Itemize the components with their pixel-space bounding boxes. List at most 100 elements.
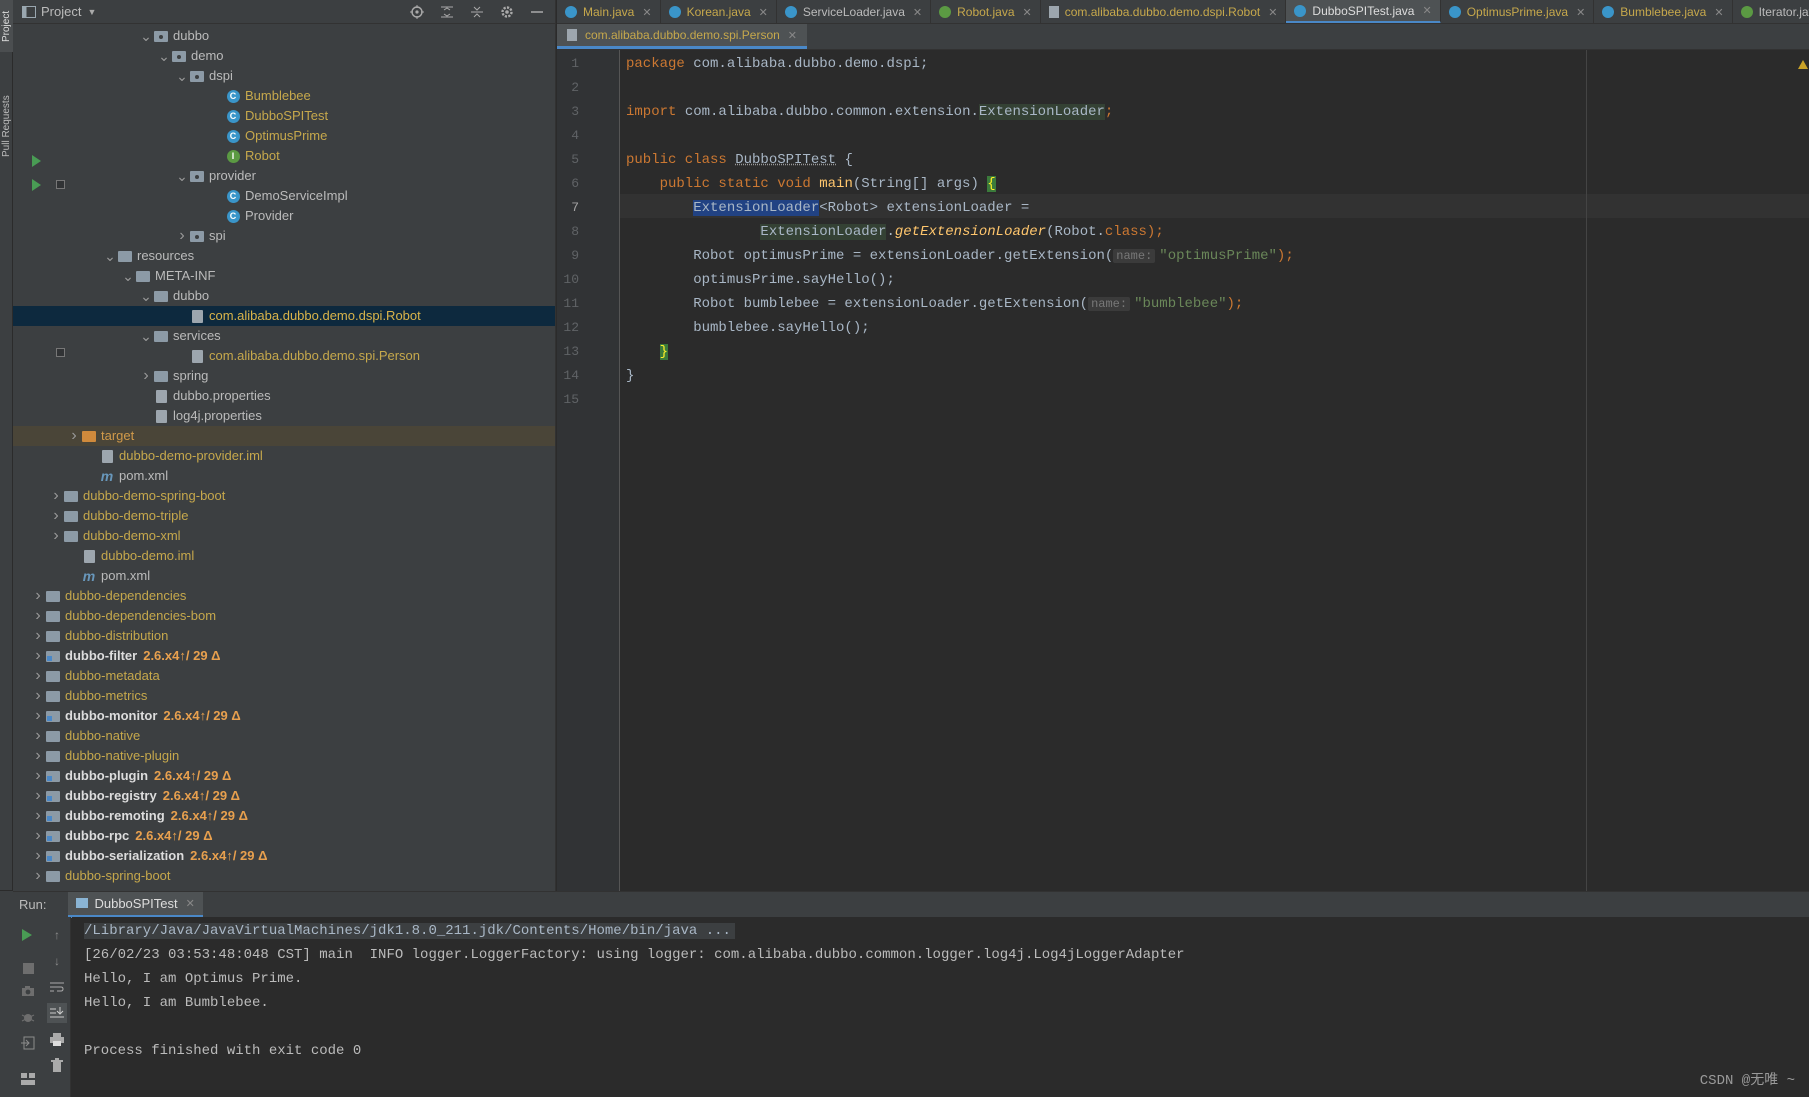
tree-item[interactable]: › dubbo-serialization 2.6.x4↑/ 29 Δ [13, 846, 555, 866]
chevron-right-icon[interactable]: › [31, 726, 45, 746]
close-icon[interactable]: ✕ [1422, 4, 1431, 17]
soft-wrap-icon[interactable] [49, 979, 65, 995]
debug-icon[interactable] [20, 1009, 36, 1025]
tree-item[interactable]: ⌄ demo [13, 46, 555, 66]
arrow-down-icon[interactable]: ↓ [49, 953, 65, 969]
chevron-down-icon[interactable]: ⌄ [139, 29, 153, 43]
tree-item[interactable]: ⌄ dubbo [13, 26, 555, 46]
pull-requests-tool-tab[interactable]: Pull Requests [0, 78, 13, 174]
fold-start-icon[interactable] [56, 180, 65, 189]
tree-item[interactable]: › dubbo-demo-xml [13, 526, 555, 546]
close-icon[interactable]: ✕ [1576, 6, 1585, 19]
tree-item[interactable]: › dubbo-distribution [13, 626, 555, 646]
chevron-right-icon[interactable]: › [31, 706, 45, 726]
chevron-right-icon[interactable]: › [31, 746, 45, 766]
run-main-icon[interactable] [32, 179, 41, 191]
close-icon[interactable]: ✕ [186, 897, 195, 910]
close-icon[interactable]: ✕ [642, 6, 651, 19]
chevron-right-icon[interactable]: › [31, 786, 45, 806]
tree-item[interactable]: › dubbo-monitor 2.6.x4↑/ 29 Δ [13, 706, 555, 726]
close-icon[interactable]: ✕ [1023, 6, 1032, 19]
tree-item[interactable]: › dubbo-remoting 2.6.x4↑/ 29 Δ [13, 806, 555, 826]
tree-item[interactable]: › dubbo-filter 2.6.x4↑/ 29 Δ [13, 646, 555, 666]
tree-item[interactable]: ⌄ services [13, 326, 555, 346]
tree-item[interactable]: › dubbo-metadata [13, 666, 555, 686]
chevron-right-icon[interactable]: › [175, 226, 189, 246]
tree-item[interactable]: › dubbo-native [13, 726, 555, 746]
tree-item[interactable]: › dubbo-metrics [13, 686, 555, 706]
tree-item[interactable]: C Bumblebee [13, 86, 555, 106]
chevron-right-icon[interactable]: › [67, 426, 81, 446]
tree-item[interactable]: C DubboSPITest [13, 106, 555, 126]
scroll-to-end-icon[interactable] [47, 1003, 67, 1023]
chevron-right-icon[interactable]: › [31, 826, 45, 846]
gear-icon[interactable] [499, 4, 515, 20]
project-panel-title[interactable]: Project [41, 4, 81, 19]
tree-item[interactable]: m pom.xml [13, 466, 555, 486]
tree-item[interactable]: › spring [13, 366, 555, 386]
close-icon[interactable]: ✕ [1268, 6, 1277, 19]
warning-icon[interactable] [1798, 60, 1808, 69]
chevron-down-icon[interactable]: ⌄ [157, 49, 171, 63]
expand-all-icon[interactable] [439, 4, 455, 20]
tree-item[interactable]: C DemoServiceImpl [13, 186, 555, 206]
close-icon[interactable]: ✕ [788, 29, 797, 42]
tree-item[interactable]: com.alibaba.dubbo.demo.spi.Person [13, 346, 555, 366]
chevron-right-icon[interactable]: › [139, 366, 153, 386]
chevron-right-icon[interactable]: › [31, 586, 45, 606]
tree-item[interactable]: dubbo.properties [13, 386, 555, 406]
tree-item[interactable]: C Provider [13, 206, 555, 226]
editor-tab[interactable]: Robot.java ✕ [931, 0, 1041, 23]
chevron-right-icon[interactable]: › [31, 766, 45, 786]
chevron-right-icon[interactable]: › [31, 606, 45, 626]
chevron-down-icon[interactable]: ⌄ [121, 269, 135, 283]
chevron-down-icon[interactable]: ⌄ [175, 69, 189, 83]
chevron-right-icon[interactable]: › [31, 846, 45, 866]
chevron-down-icon[interactable]: ⌄ [175, 169, 189, 183]
chevron-down-icon[interactable]: ▼ [87, 7, 96, 17]
exit-icon[interactable] [20, 1035, 36, 1051]
chevron-down-icon[interactable]: ⌄ [103, 249, 117, 263]
tree-item[interactable]: dubbo-demo.iml [13, 546, 555, 566]
tree-item[interactable]: › dubbo-demo-spring-boot [13, 486, 555, 506]
editor-tab[interactable]: DubboSPITest.java ✕ [1286, 0, 1441, 23]
tree-item[interactable]: › dubbo-rpc 2.6.x4↑/ 29 Δ [13, 826, 555, 846]
locate-icon[interactable] [409, 4, 425, 20]
tree-item[interactable]: › dubbo-spring-boot [13, 866, 555, 886]
tree-item[interactable]: › dubbo-plugin 2.6.x4↑/ 29 Δ [13, 766, 555, 786]
minimize-icon[interactable] [529, 4, 545, 20]
tree-item[interactable]: ⌄ META-INF [13, 266, 555, 286]
arrow-up-icon[interactable]: ↑ [49, 927, 65, 943]
tree-item[interactable]: dubbo-demo-provider.iml [13, 446, 555, 466]
tree-item[interactable]: ⌄ dspi [13, 66, 555, 86]
tree-item[interactable]: › dubbo-dependencies-bom [13, 606, 555, 626]
tree-item[interactable]: › dubbo-registry 2.6.x4↑/ 29 Δ [13, 786, 555, 806]
editor-tab[interactable]: com.alibaba.dubbo.demo.dspi.Robot ✕ [1041, 0, 1287, 23]
run-tab-dubbospitest[interactable]: DubboSPITest ✕ [68, 891, 203, 918]
tree-item[interactable]: C OptimusPrime [13, 126, 555, 146]
code-editor[interactable]: package com.alibaba.dubbo.demo.dspi; imp… [620, 50, 1809, 891]
editor-tab[interactable]: OptimusPrime.java ✕ [1441, 0, 1595, 23]
chevron-right-icon[interactable]: › [31, 666, 45, 686]
tree-item[interactable]: log4j.properties [13, 406, 555, 426]
chevron-right-icon[interactable]: › [31, 806, 45, 826]
rerun-icon[interactable] [22, 929, 32, 941]
chevron-right-icon[interactable]: › [49, 486, 63, 506]
run-console[interactable]: /Library/Java/JavaVirtualMachines/jdk1.8… [72, 917, 1809, 1097]
chevron-right-icon[interactable]: › [49, 526, 63, 546]
chevron-right-icon[interactable]: › [31, 866, 45, 886]
tree-item[interactable]: m pom.xml [13, 566, 555, 586]
camera-icon[interactable] [20, 983, 36, 999]
editor-tab[interactable]: Korean.java ✕ [661, 0, 777, 23]
print-icon[interactable] [49, 1031, 65, 1047]
tree-item[interactable]: › dubbo-native-plugin [13, 746, 555, 766]
tree-item[interactable]: I Robot [13, 146, 555, 166]
chevron-right-icon[interactable]: › [31, 626, 45, 646]
tab-person-services-file[interactable]: com.alibaba.dubbo.demo.spi.Person ✕ [557, 24, 808, 49]
editor-tab[interactable]: Bumblebee.java ✕ [1594, 0, 1733, 23]
tree-item[interactable]: ⌄ dubbo [13, 286, 555, 306]
collapse-all-icon[interactable] [469, 4, 485, 20]
chevron-down-icon[interactable]: ⌄ [139, 289, 153, 303]
tree-item[interactable]: com.alibaba.dubbo.demo.dspi.Robot [13, 306, 555, 326]
fold-end-icon[interactable] [56, 348, 65, 357]
